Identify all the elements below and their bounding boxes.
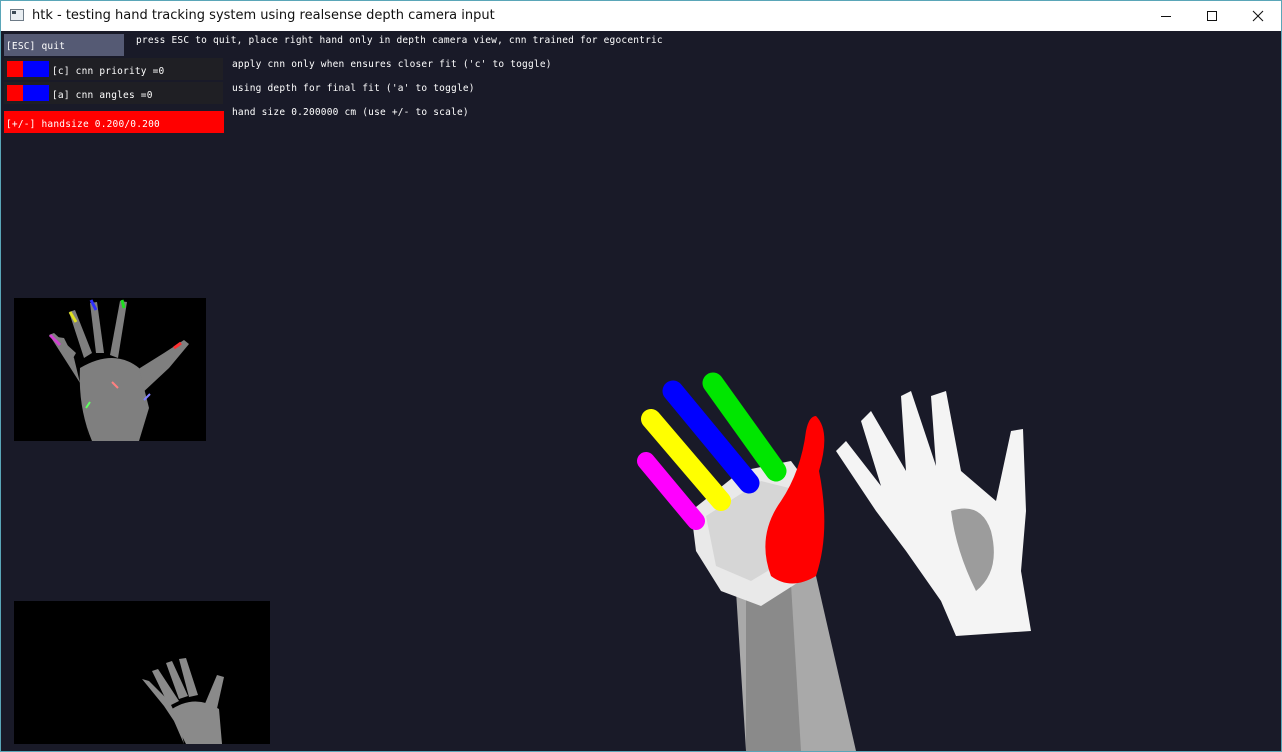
maximize-button[interactable]: [1189, 1, 1235, 31]
cnn-priority-swatch-red: [7, 61, 23, 77]
cnn-angles-swatch-blue: [23, 85, 49, 101]
cnn-angles-swatch-red: [7, 85, 23, 101]
segmented-hand-image: [48, 299, 189, 441]
render-viewport[interactable]: [ESC] quit [c] cnn priority =0 [a] cnn a…: [1, 31, 1281, 751]
size-hint-text: hand size 0.200000 cm (use +/- to scale): [232, 107, 469, 118]
handsize-slider[interactable]: [+/-] handsize 0.200/0.200: [4, 111, 224, 133]
close-button[interactable]: [1235, 1, 1281, 31]
cnn-segmentation-preview: [14, 298, 206, 441]
esc-hint-text: press ESC to quit, place right hand only…: [136, 35, 663, 46]
cnn-hint-text: apply cnn only when ensures closer fit (…: [232, 59, 552, 70]
observed-hand-model: [836, 391, 1031, 636]
minimize-icon: [1161, 16, 1171, 17]
maximize-icon: [1207, 11, 1217, 21]
cnn-angles-toggle[interactable]: [a] cnn angles =0: [4, 82, 223, 104]
app-window: htk - testing hand tracking system using…: [0, 0, 1282, 752]
depth-hand-image: [142, 658, 224, 744]
window-title: htk - testing hand tracking system using…: [32, 8, 495, 23]
cnn-priority-toggle[interactable]: [c] cnn priority =0: [4, 58, 223, 80]
esc-quit-button[interactable]: [ESC] quit: [4, 34, 124, 56]
cnn-priority-label: [c] cnn priority =0: [52, 66, 165, 77]
cnn-priority-swatch-blue: [23, 61, 49, 77]
depth-hint-text: using depth for final fit ('a' to toggle…: [232, 83, 475, 94]
title-bar[interactable]: htk - testing hand tracking system using…: [1, 1, 1281, 31]
minimize-button[interactable]: [1143, 1, 1189, 31]
app-window-icon: [10, 9, 24, 21]
cnn-angles-label: [a] cnn angles =0: [52, 90, 153, 101]
hand-model-3d-view: [637, 372, 1031, 751]
depth-camera-preview: [14, 601, 270, 744]
close-icon: [1252, 10, 1264, 22]
